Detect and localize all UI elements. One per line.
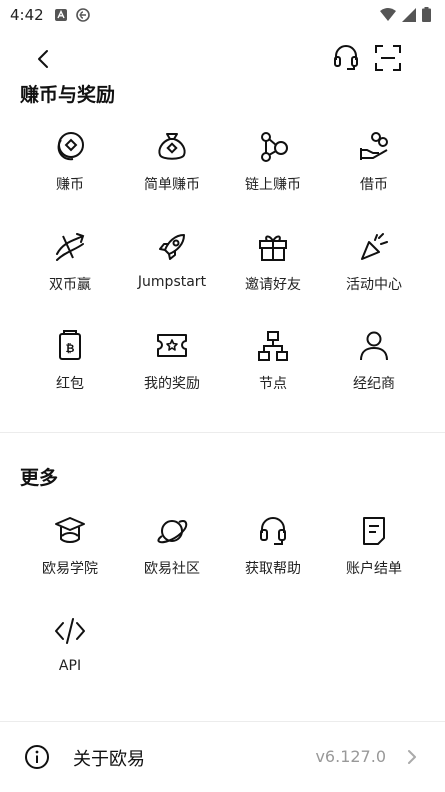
grid-item-label: API — [58, 658, 82, 674]
grid-item-label: 赚币 — [56, 177, 84, 193]
grid-item-invite-friends[interactable]: 邀请好友 — [222, 230, 324, 320]
chevron-left-icon — [38, 50, 48, 68]
wifi-icon — [380, 7, 396, 22]
back-button[interactable] — [30, 46, 56, 72]
network-node-icon — [256, 329, 290, 363]
money-bag-icon — [155, 130, 189, 164]
grid-item-academy[interactable]: 欧易学院 — [19, 514, 121, 604]
statement-icon — [357, 514, 391, 548]
grid-item-api[interactable]: API — [19, 614, 121, 704]
gift-icon — [256, 230, 290, 264]
grid-item-broker[interactable]: 经纪商 — [323, 329, 425, 419]
planet-icon — [155, 514, 189, 548]
section-divider — [0, 721, 445, 722]
grid-item-get-help[interactable]: 获取帮助 — [222, 514, 324, 604]
notification-browser-icon — [75, 8, 90, 22]
chevron-right-icon — [405, 748, 419, 766]
grid-item-label: 经纪商 — [353, 376, 395, 392]
scan-icon — [375, 45, 401, 71]
graduation-cap-icon — [53, 514, 87, 548]
grid-item-label: 双币赢 — [49, 277, 91, 293]
grid-item-earn[interactable]: 赚币 — [19, 130, 121, 220]
grid-item-simple-earn[interactable]: 简单赚币 — [121, 130, 223, 220]
grid-item-dual-investment[interactable]: 双币赢 — [19, 230, 121, 320]
section-title-earn: 赚币与奖励 — [20, 84, 116, 106]
rocket-icon — [155, 230, 189, 264]
about-label: 关于欧易 — [73, 749, 145, 770]
grid-item-label: 欧易社区 — [144, 561, 200, 577]
grid-item-label: 简单赚币 — [144, 177, 200, 193]
section-divider — [0, 432, 445, 433]
grid-item-label: 我的奖励 — [144, 376, 200, 392]
grid-item-label: 红包 — [56, 376, 84, 392]
chain-nodes-icon — [256, 130, 290, 164]
grid-item-jumpstart[interactable]: Jumpstart — [121, 230, 223, 320]
grid-item-events-center[interactable]: 活动中心 — [323, 230, 425, 320]
person-icon — [357, 329, 391, 363]
code-icon — [53, 614, 87, 648]
app-version: v6.127.0 — [315, 747, 386, 766]
grid-item-account-statement[interactable]: 账户结单 — [323, 514, 425, 604]
coins-icon — [53, 130, 87, 164]
hand-coins-icon — [357, 130, 391, 164]
grid-item-onchain-earn[interactable]: 链上赚币 — [222, 130, 324, 220]
toolbar — [0, 40, 445, 76]
status-bar: 4:42 — [0, 0, 445, 30]
grid-item-label: 链上赚币 — [245, 177, 301, 193]
headset-icon — [256, 514, 290, 548]
notification-app-icon — [54, 8, 68, 22]
grid-item-label: 邀请好友 — [245, 277, 301, 293]
grid-item-label: 获取帮助 — [245, 561, 301, 577]
support-button[interactable] — [332, 43, 360, 73]
grid-item-label: Jumpstart — [137, 274, 207, 290]
signal-icon — [402, 7, 416, 22]
grid-item-my-rewards[interactable]: 我的奖励 — [121, 329, 223, 419]
grid-item-community[interactable]: 欧易社区 — [121, 514, 223, 604]
section-title-more: 更多 — [20, 467, 59, 489]
about-row[interactable]: 关于欧易 v6.127.0 — [0, 726, 445, 788]
status-time: 4:42 — [10, 6, 44, 24]
grid-item-label: 节点 — [259, 376, 287, 392]
ticket-icon — [155, 329, 189, 363]
grid-item-nodes[interactable]: 节点 — [222, 329, 324, 419]
battery-icon — [422, 7, 431, 22]
dual-arrows-icon — [53, 230, 87, 264]
grid-item-label: 借币 — [360, 177, 388, 193]
scan-button[interactable] — [373, 43, 403, 73]
grid-item-label: 账户结单 — [346, 561, 402, 577]
info-icon — [24, 744, 50, 770]
grid-item-label: 活动中心 — [346, 277, 402, 293]
grid-item-loan[interactable]: 借币 — [323, 130, 425, 220]
grid-item-red-packet[interactable]: ₿ 红包 — [19, 329, 121, 419]
headset-icon — [334, 45, 358, 70]
party-popper-icon — [357, 230, 391, 264]
grid-item-label: 欧易学院 — [42, 561, 98, 577]
svg-text:₿: ₿ — [66, 342, 75, 355]
red-envelope-icon: ₿ — [53, 329, 87, 363]
